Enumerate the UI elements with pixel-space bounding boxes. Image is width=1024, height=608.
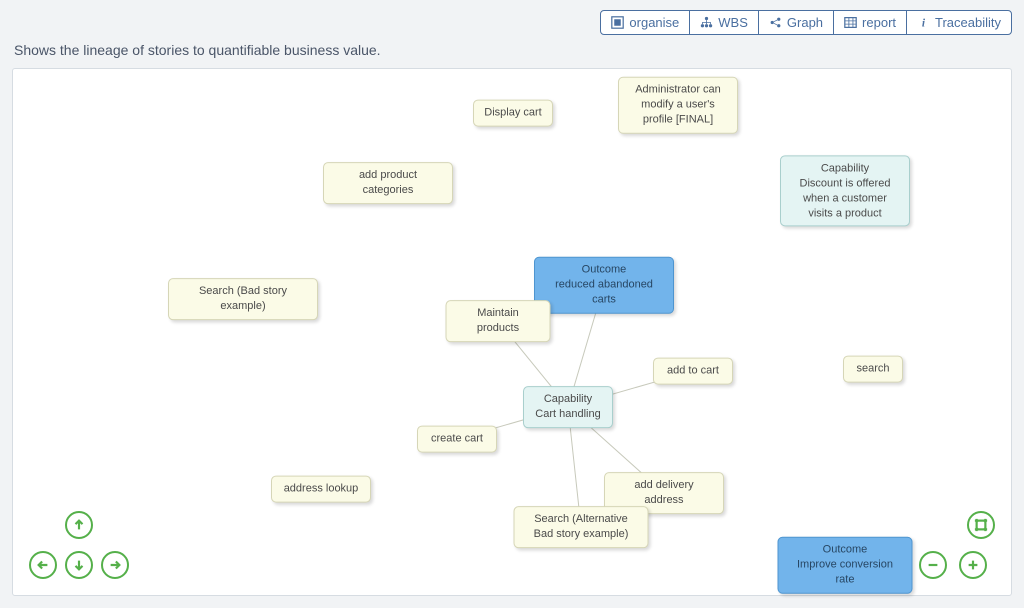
node-search-bad[interactable]: Search (Bad story example) [168,278,318,320]
zoom-in-button[interactable] [959,551,987,579]
node-text: Cart handling [534,407,602,422]
arrow-up-icon [72,518,86,532]
node-outcome-conv[interactable]: Outcome Improve conversion rate [778,537,913,594]
node-text: search [854,362,892,377]
node-maintain-products[interactable]: Maintain products [446,300,551,342]
node-text: address lookup [282,482,360,497]
node-text: Administrator can modify a user's profil… [629,83,727,128]
report-label: report [862,15,896,30]
zoom-out-button[interactable] [919,551,947,579]
node-text: reduced abandoned carts [545,278,663,308]
node-text: Improve conversion rate [789,558,902,588]
view-toolbar: organise WBS Graph report i Traceability [600,10,1012,35]
organise-label: organise [629,15,679,30]
node-text: Display cart [484,106,542,121]
grid-icon [611,16,624,29]
hierarchy-icon [700,16,713,29]
node-title: Outcome [789,543,902,558]
node-address-lookup[interactable]: address lookup [271,476,371,503]
node-add-to-cart[interactable]: add to cart [653,358,733,385]
fit-icon [974,518,988,532]
graph-label: Graph [787,15,823,30]
zoom-fit-button[interactable] [967,511,995,539]
node-title: Capability [791,161,899,176]
info-icon: i [917,16,930,29]
node-title: Capability [534,392,602,407]
plus-icon [966,558,980,572]
node-text: Search (Alternative Bad story example) [525,512,638,542]
node-text: create cart [428,432,486,447]
node-search[interactable]: search [843,356,903,383]
node-create-cart[interactable]: create cart [417,426,497,453]
node-text: add product categories [334,168,442,198]
node-text: add delivery address [615,478,713,508]
pan-left-button[interactable] [29,551,57,579]
node-capability-discount[interactable]: Capability Discount is offered when a cu… [780,155,910,226]
node-admin-modify[interactable]: Administrator can modify a user's profil… [618,77,738,134]
minus-icon [926,558,940,572]
arrow-right-icon [108,558,122,572]
zoom-controls [919,511,995,589]
wbs-label: WBS [718,15,748,30]
graph-tab[interactable]: Graph [758,10,834,35]
page-subtitle: Shows the lineage of stories to quantifi… [14,42,381,58]
pan-right-button[interactable] [101,551,129,579]
node-title: Outcome [545,263,663,278]
node-display-cart[interactable]: Display cart [473,100,553,127]
node-text: add to cart [664,364,722,379]
node-text: Maintain products [457,306,540,336]
node-text: Discount is offered when a customer visi… [791,176,899,221]
pan-controls [29,511,129,589]
graph-canvas[interactable]: Display cart Administrator can modify a … [12,68,1012,596]
node-text: Search (Bad story example) [179,284,307,314]
arrow-left-icon [36,558,50,572]
organise-tab[interactable]: organise [600,10,690,35]
node-search-alt-bad[interactable]: Search (Alternative Bad story example) [514,506,649,548]
wbs-tab[interactable]: WBS [689,10,759,35]
node-add-categories[interactable]: add product categories [323,162,453,204]
share-icon [769,16,782,29]
traceability-label: Traceability [935,15,1001,30]
pan-down-button[interactable] [65,551,93,579]
report-tab[interactable]: report [833,10,907,35]
arrow-down-icon [72,558,86,572]
pan-up-button[interactable] [65,511,93,539]
table-icon [844,16,857,29]
node-capability-cart[interactable]: Capability Cart handling [523,386,613,428]
node-outcome-abandon[interactable]: Outcome reduced abandoned carts [534,257,674,314]
traceability-tab[interactable]: i Traceability [906,10,1012,35]
svg-text:i: i [922,18,926,29]
